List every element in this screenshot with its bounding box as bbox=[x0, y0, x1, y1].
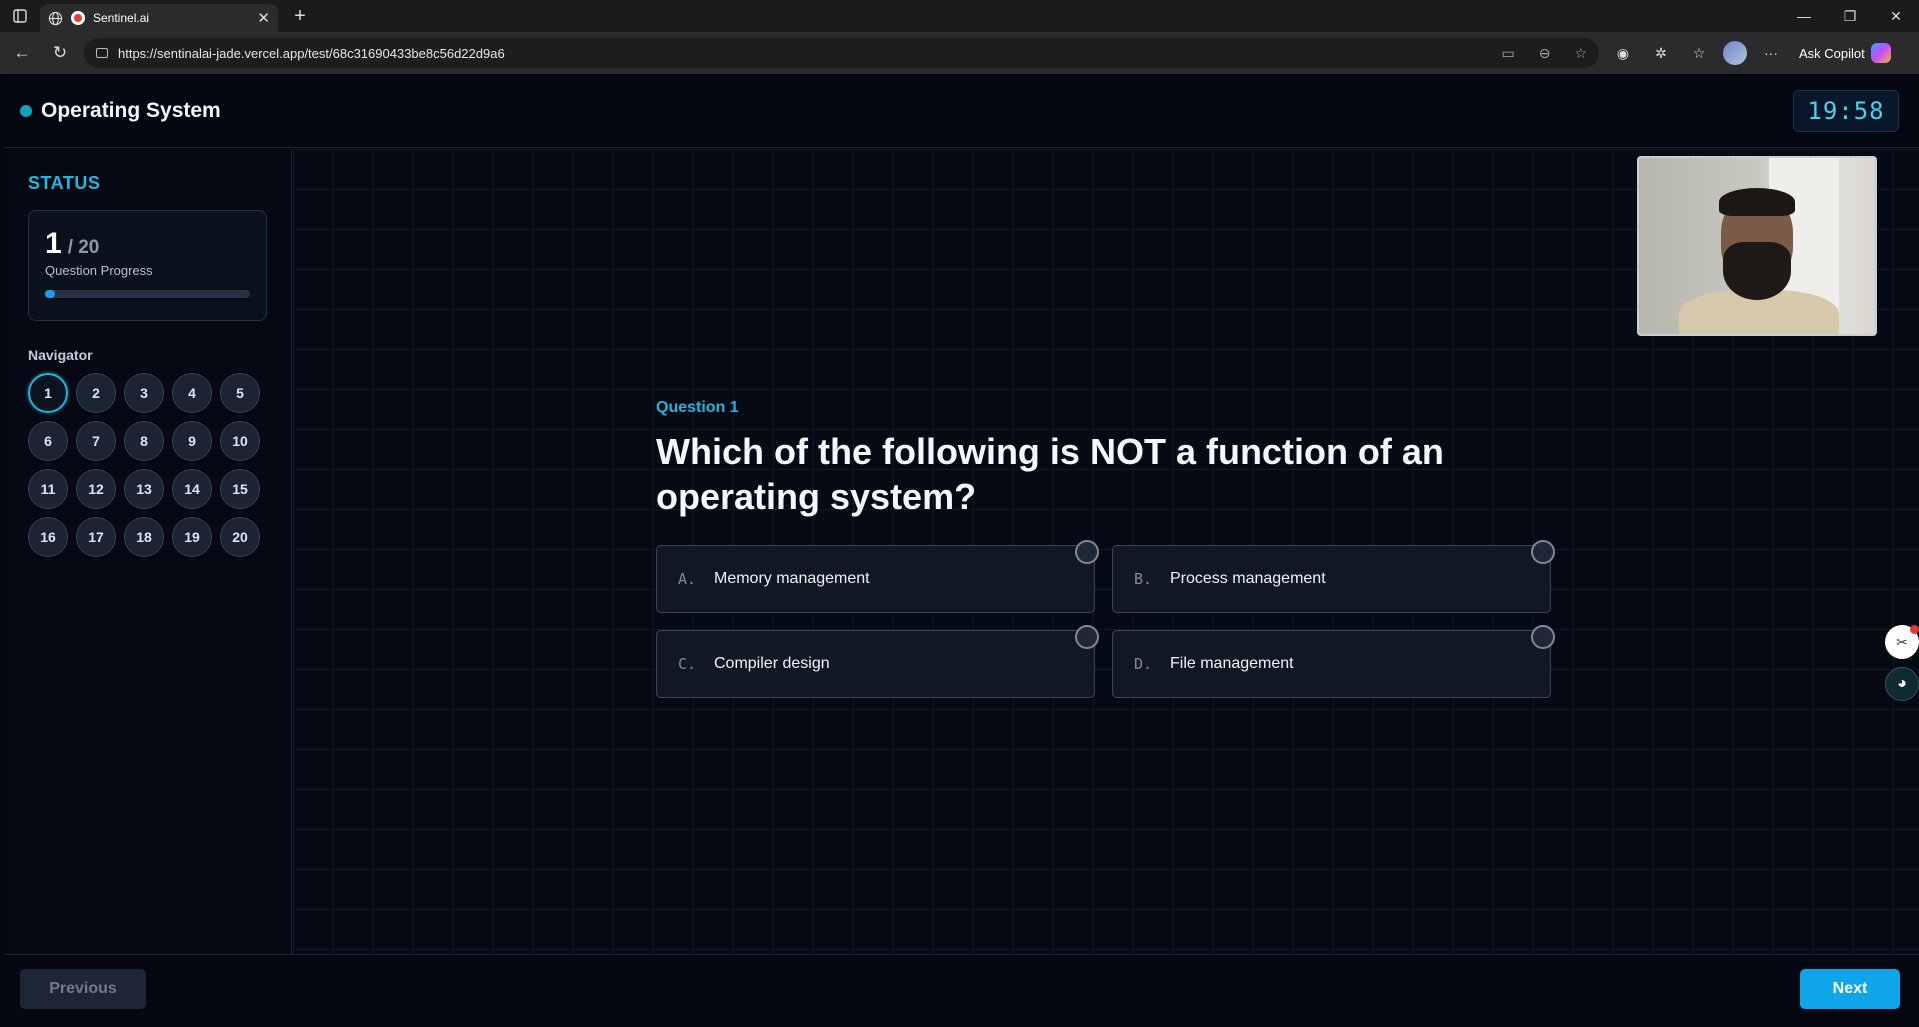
option-radio[interactable] bbox=[1075, 625, 1099, 649]
address-bar[interactable]: https://sentinalai-jade.vercel.app/test/… bbox=[84, 38, 1599, 68]
browser-tab-bar: Sentinel.ai ✕ + — ❐ ✕ bbox=[0, 0, 1919, 32]
navigator-heading: Navigator bbox=[28, 347, 93, 363]
option-letter: D. bbox=[1134, 655, 1153, 673]
url-text: https://sentinalai-jade.vercel.app/test/… bbox=[118, 45, 505, 61]
option-text: Memory management bbox=[714, 570, 870, 587]
sidebar: STATUS 1 / 20 Question Progress Navigato… bbox=[4, 149, 292, 954]
navigator-question-button[interactable]: 14 bbox=[172, 469, 212, 509]
navigator-question-button[interactable]: 5 bbox=[220, 373, 260, 413]
webcam-preview bbox=[1637, 156, 1877, 336]
question-number-label: Question 1 bbox=[656, 399, 739, 416]
subject-title: Operating System bbox=[41, 98, 221, 122]
restore-icon[interactable]: ❐ bbox=[1827, 0, 1873, 32]
footer-bar: Previous Next bbox=[4, 954, 1919, 1027]
refresh-icon[interactable]: ↻ bbox=[46, 39, 74, 67]
favorites-icon[interactable]: ☆ bbox=[1685, 39, 1713, 67]
app-header: Operating System 19:58 bbox=[4, 74, 1919, 148]
navigator-question-button[interactable]: 10 bbox=[220, 421, 260, 461]
option-b[interactable]: B. Process management bbox=[1112, 540, 1555, 613]
navigator-question-button[interactable]: 8 bbox=[124, 421, 164, 461]
option-c[interactable]: C. Compiler design bbox=[656, 625, 1099, 698]
progress-count: 1 / 20 bbox=[45, 227, 250, 261]
globe-icon bbox=[48, 11, 63, 25]
floating-tool-icon[interactable]: ✂ bbox=[1885, 625, 1919, 659]
option-a[interactable]: A. Memory management bbox=[656, 540, 1099, 613]
question-text: Which of the following is NOT a function… bbox=[656, 431, 1444, 517]
status-heading: STATUS bbox=[28, 173, 101, 193]
option-radio[interactable] bbox=[1075, 540, 1099, 564]
option-d[interactable]: D. File management bbox=[1112, 625, 1555, 698]
navigator-question-button[interactable]: 11 bbox=[28, 469, 68, 509]
navigator-question-button[interactable]: 2 bbox=[76, 373, 116, 413]
option-letter: C. bbox=[678, 655, 697, 673]
extension-icon[interactable]: ◉ bbox=[1609, 39, 1637, 67]
close-tab-icon[interactable]: ✕ bbox=[257, 9, 270, 27]
navigator-question-button[interactable]: 4 bbox=[172, 373, 212, 413]
navigator-question-button[interactable]: 18 bbox=[124, 517, 164, 557]
navigator-question-button[interactable]: 15 bbox=[220, 469, 260, 509]
navigator-question-button[interactable]: 6 bbox=[28, 421, 68, 461]
window-controls: — ❐ ✕ bbox=[1781, 0, 1919, 32]
exam-app: Operating System 19:58 STATUS 1 / 20 Que… bbox=[4, 74, 1919, 1027]
live-dot-icon bbox=[20, 104, 32, 117]
next-button[interactable]: Next bbox=[1800, 969, 1900, 1009]
option-text: File management bbox=[1170, 655, 1294, 672]
progress-bar bbox=[45, 290, 250, 298]
site-favicon bbox=[71, 11, 85, 25]
progress-card: 1 / 20 Question Progress bbox=[28, 210, 267, 321]
more-icon[interactable]: ··· bbox=[1757, 39, 1785, 67]
browser-toolbar: ← ↻ https://sentinalai-jade.vercel.app/t… bbox=[0, 32, 1919, 74]
option-radio[interactable] bbox=[1531, 625, 1555, 649]
navigator-question-button[interactable]: 13 bbox=[124, 469, 164, 509]
progress-bar-fill bbox=[45, 290, 56, 298]
reader-icon[interactable]: ⊖ bbox=[1539, 45, 1551, 62]
profile-icon[interactable] bbox=[1723, 41, 1747, 65]
owl-assistant-icon[interactable]: ◕ bbox=[1885, 667, 1919, 701]
question-panel: Question 1 Which of the following is NOT… bbox=[293, 149, 1919, 954]
option-text: Process management bbox=[1170, 570, 1326, 587]
window-icon[interactable] bbox=[0, 0, 40, 32]
back-icon[interactable]: ← bbox=[8, 39, 36, 67]
lock-icon bbox=[96, 48, 108, 58]
option-radio[interactable] bbox=[1531, 540, 1555, 564]
navigator-question-button[interactable]: 1 bbox=[28, 373, 68, 413]
notification-dot bbox=[1910, 625, 1919, 634]
navigator-question-button[interactable]: 12 bbox=[76, 469, 116, 509]
navigator-question-button[interactable]: 9 bbox=[172, 421, 212, 461]
copilot-label: Ask Copilot bbox=[1799, 45, 1865, 61]
new-tab-icon[interactable]: + bbox=[284, 2, 316, 30]
navigator-question-button[interactable]: 16 bbox=[28, 517, 68, 557]
copilot-icon bbox=[1870, 43, 1891, 63]
answer-options: A. Memory management B. Process manageme… bbox=[656, 540, 1556, 698]
copilot-button[interactable]: Ask Copilot bbox=[1799, 43, 1891, 63]
close-window-icon[interactable]: ✕ bbox=[1873, 0, 1919, 32]
question-navigator: 1 2 3 4 5 6 7 8 9 10 11 12 13 14 15 16 17 18 19 20 bbox=[28, 373, 267, 557]
favorite-icon[interactable]: ☆ bbox=[1574, 45, 1587, 62]
countdown-timer: 19:58 bbox=[1793, 90, 1899, 132]
option-letter: A. bbox=[678, 570, 697, 588]
question-area: Question 1 Which of the following is NOT… bbox=[656, 399, 1556, 698]
current-question-number: 1 bbox=[45, 227, 62, 260]
previous-button[interactable]: Previous bbox=[20, 969, 146, 1009]
progress-label: Question Progress bbox=[45, 263, 153, 278]
minimize-icon[interactable]: — bbox=[1781, 0, 1827, 32]
navigator-question-button[interactable]: 17 bbox=[76, 517, 116, 557]
option-text: Compiler design bbox=[714, 655, 830, 672]
browser-tab[interactable]: Sentinel.ai ✕ bbox=[40, 4, 278, 32]
tab-title: Sentinel.ai bbox=[93, 11, 150, 25]
extensions-puzzle-icon[interactable]: ✲ bbox=[1647, 39, 1675, 67]
navigator-question-button[interactable]: 3 bbox=[124, 373, 164, 413]
navigator-question-button[interactable]: 19 bbox=[172, 517, 212, 557]
total-questions: / 20 bbox=[67, 237, 100, 258]
navigator-question-button[interactable]: 20 bbox=[220, 517, 260, 557]
navigator-question-button[interactable]: 7 bbox=[76, 421, 116, 461]
option-letter: B. bbox=[1134, 570, 1153, 588]
camera-icon[interactable]: ▭ bbox=[1501, 45, 1514, 62]
